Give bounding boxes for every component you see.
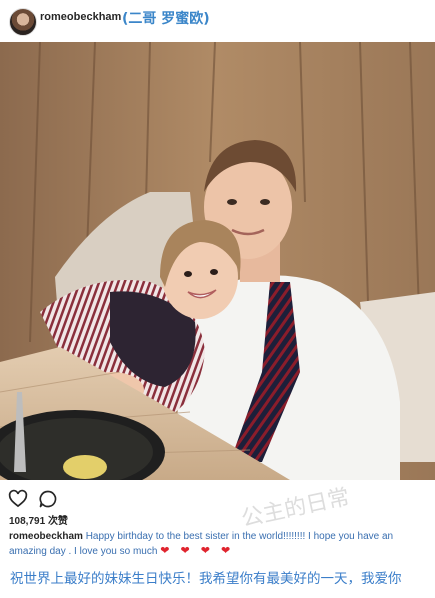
heart-outline-icon[interactable] [8,489,28,509]
post-caption: romeobeckham Happy birthday to the best … [9,530,409,559]
avatar[interactable] [9,8,37,36]
likes-number: 108,791 [9,516,46,527]
likes-count[interactable]: 108,791 次赞 [9,512,68,527]
username-link[interactable]: romeobeckham [40,11,121,23]
heart-emoji-icon: ❤ ❤ ❤ ❤ [160,545,235,557]
header-annotation: (二哥 罗蜜欧) [122,11,210,27]
action-bar [8,489,68,509]
post-header: romeobeckham (二哥 罗蜜欧) [0,0,435,42]
watermark: 公主的日常 [239,484,352,533]
comment-bubble-icon[interactable] [38,489,58,509]
post-photo[interactable] [0,42,435,480]
likes-label: 次赞 [47,516,68,527]
caption-translation: 祝世界上最好的妹妹生日快乐！我希望你有最美好的一天，我爱你 [10,571,402,587]
photo-illustration [0,42,435,480]
caption-username-link[interactable]: romeobeckham [9,531,83,542]
